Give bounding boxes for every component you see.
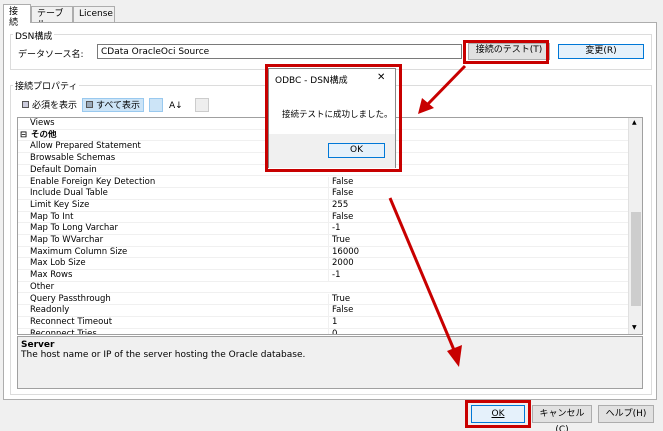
tab-connection-label: 接続 <box>9 7 19 28</box>
tab-connection[interactable]: 接続 <box>3 4 31 28</box>
dsn-config-window: 接続 テーブル License DSN構成 データソース名: CData Ora… <box>0 0 663 431</box>
annotation-arrows <box>388 64 467 367</box>
arrow-line-1 <box>426 64 467 106</box>
arrow-head-2 <box>447 345 462 367</box>
arrow-line-2 <box>388 197 456 351</box>
